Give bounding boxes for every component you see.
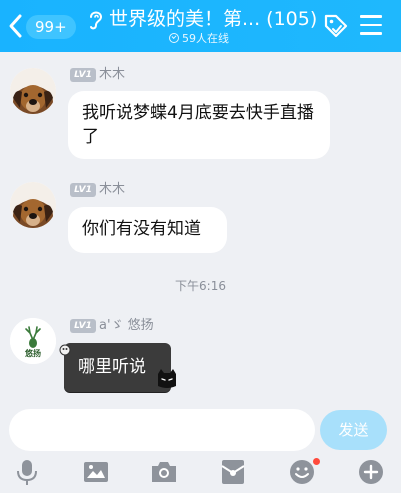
chat-header: 99+ 世界级的美！第... (105) 59人在线 — [0, 0, 401, 52]
notification-dot — [313, 458, 320, 465]
sender-name[interactable]: 木木 — [99, 182, 125, 198]
timestamp: 下午6:16 — [175, 279, 226, 293]
image-icon[interactable] — [82, 458, 110, 486]
red-packet-icon[interactable] — [219, 458, 247, 486]
send-button[interactable]: 发送 — [320, 410, 387, 450]
ear-icon — [90, 11, 103, 30]
avatar-logo-text: 悠扬 — [25, 349, 41, 358]
sender-name[interactable]: 木木 — [99, 67, 125, 83]
avatar[interactable] — [10, 182, 56, 228]
check-circle-icon — [169, 33, 179, 43]
avatar[interactable]: 悠扬 — [10, 318, 56, 364]
back-button[interactable] — [6, 12, 26, 40]
menu-icon[interactable] — [360, 15, 382, 35]
sender-name[interactable]: a'ゞ 悠扬 — [99, 318, 154, 334]
dog-avatar-icon — [10, 182, 56, 228]
cat-sticker-icon — [158, 369, 176, 388]
tag-icon[interactable] — [323, 13, 349, 39]
dog-avatar-icon — [10, 68, 56, 114]
message-bubble[interactable]: 你们有没有知道 — [68, 207, 227, 253]
online-label: 59人在线 — [182, 32, 229, 45]
avatar[interactable] — [10, 68, 56, 114]
emoji-icon[interactable] — [288, 458, 316, 486]
chevron-left-icon — [9, 14, 22, 38]
group-title[interactable]: 世界级的美！第... (105) — [109, 6, 317, 32]
level-badge: LV1 — [70, 68, 96, 82]
plus-icon[interactable] — [357, 458, 385, 486]
bubble-decoration-icon — [59, 344, 71, 356]
camera-icon[interactable] — [150, 458, 178, 486]
message-bubble[interactable]: 我听说梦蝶4月底要去快手直播了 — [68, 91, 330, 159]
online-count: 59人在线 — [169, 31, 229, 47]
unread-badge[interactable]: 99+ — [26, 15, 76, 39]
level-badge: LV1 — [70, 319, 96, 333]
level-badge: LV1 — [70, 183, 96, 197]
microphone-icon[interactable] — [13, 458, 41, 486]
message-input[interactable] — [9, 409, 315, 451]
